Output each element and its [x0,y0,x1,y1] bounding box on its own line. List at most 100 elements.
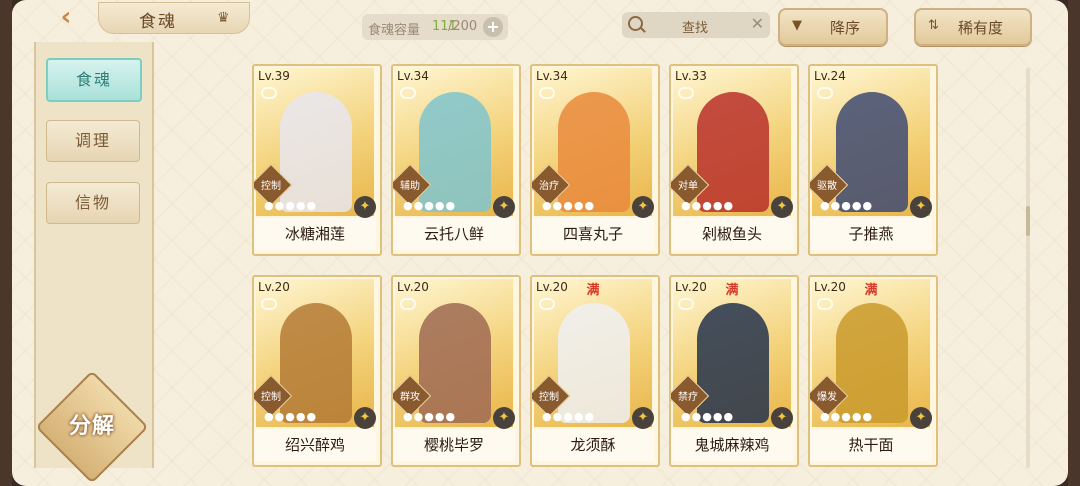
star-icon: ● [702,199,713,212]
food-soul-card[interactable]: Lv.34 治疗 ●●●●● ✦ 四喜丸子 [530,64,660,256]
food-soul-card[interactable]: Lv.20 控制 ●●●●● ✦ 绍兴醉鸡 [252,275,382,467]
bond-ring-icon [678,87,694,99]
food-soul-card[interactable]: Lv.33 对单 ●●●●● ✦ 剁椒鱼头 [669,64,799,256]
search-input[interactable]: 查找 ✕ [622,12,770,38]
star-icon: ● [573,410,585,423]
sidebar-item-label: 信物 [74,193,111,212]
star-icon: ● [424,410,435,423]
food-soul-card[interactable]: Lv.20 满爆发 ●●●●● ✦ 热干面 [808,275,938,467]
card-level: Lv.20 [397,280,429,294]
capacity-max: /200 [448,19,478,34]
decompose-label: 分解 [68,414,115,439]
bond-ring-icon [817,298,833,310]
star-icon: ● [702,410,713,423]
role-label: 禁疗 [678,392,698,403]
star-icon: ● [723,199,735,212]
food-soul-grid: Lv.39 控制 ●●●●● ✦ 冰糖湘莲 Lv.34 辅助 ●●●●● ✦ 云托八鲜 Lv.34 治… [252,64,942,468]
character-figure [558,303,630,423]
card-level: Lv.20 [814,280,846,294]
star-icon: ● [712,410,724,423]
card-level: Lv.20 [675,280,707,294]
bond-ring-icon [400,298,416,310]
character-figure [419,92,491,212]
star-icon: ● [681,199,692,212]
star-icon: ● [841,410,852,423]
chevron-left-icon: ‹ [60,2,72,32]
character-figure [280,92,352,212]
max-level-badge: 满 [586,283,600,298]
food-soul-card[interactable]: Lv.24 驱散 ●●●●● ✦ 子推燕 [808,64,938,256]
sort-order-button[interactable]: ▼ 降序 [778,8,888,46]
star-icon: ● [445,199,457,212]
sidebar-item-label: 调理 [74,131,111,150]
star-rating: ●●●●● [681,410,734,423]
food-soul-card[interactable]: Lv.20 群攻 ●●●●● ✦ 樱桃毕罗 [391,275,521,467]
card-name: 绍兴醉鸡 [254,429,376,461]
card-level: Lv.33 [675,69,707,83]
card-level: Lv.24 [814,69,846,83]
star-icon: ● [691,199,703,212]
sidebar-item-cooking[interactable]: 调理 [46,120,140,162]
star-icon: ● [542,199,553,212]
star-rating: ●●●●● [681,199,734,212]
star-icon: ● [264,410,275,423]
food-soul-card[interactable]: Lv.39 控制 ●●●●● ✦ 冰糖湘莲 [252,64,382,256]
star-rating: ●●●●● [264,199,317,212]
sidebar-item-label: 食魂 [75,70,112,89]
food-soul-card[interactable]: Lv.20 满控制 ●●●●● ✦ 龙须酥 [530,275,660,467]
star-rating: ●●●●● [403,410,456,423]
max-level-badge: 满 [864,283,878,298]
star-rating: ●●●●● [542,199,595,212]
star-icon: ● [285,199,296,212]
star-icon: ● [274,410,286,423]
role-label: 控制 [261,181,281,192]
star-icon: ● [542,410,553,423]
star-icon: ● [584,199,596,212]
star-rating: ●●●●● [820,199,873,212]
star-icon: ● [295,410,307,423]
sidebar-item-token[interactable]: 信物 [46,182,140,224]
triangle-down-icon: ▼ [792,18,802,33]
element-icon: ✦ [632,196,654,218]
star-icon: ● [712,199,724,212]
screen-left-edge [0,0,12,486]
card-name: 四喜丸子 [532,218,654,250]
food-soul-card[interactable]: Lv.34 辅助 ●●●●● ✦ 云托八鲜 [391,64,521,256]
crown-icon[interactable]: ♛ [217,10,230,26]
close-icon[interactable]: ✕ [751,14,764,33]
role-label: 爆发 [817,392,837,403]
sidebar-item-food-soul[interactable]: 食魂 [46,58,142,102]
scrollbar-thumb[interactable] [1026,206,1030,236]
star-icon: ● [403,199,414,212]
card-level: Lv.34 [397,69,429,83]
star-icon: ● [573,199,585,212]
card-name: 冰糖湘莲 [254,218,376,250]
element-icon: ✦ [632,407,654,429]
star-icon: ● [403,410,414,423]
star-icon: ● [841,199,852,212]
star-rating: ●●●●● [820,410,873,423]
character-figure [697,92,769,212]
star-icon: ● [413,410,425,423]
scrollbar[interactable] [1026,68,1030,468]
element-icon: ✦ [771,407,793,429]
star-icon: ● [306,199,318,212]
role-label: 治疗 [539,181,559,192]
sort-key-button[interactable]: ⇅ 稀有度 [914,8,1032,46]
star-icon: ● [413,199,425,212]
character-figure [419,303,491,423]
role-label: 控制 [261,392,281,403]
screen-right-edge [1068,0,1080,486]
bond-ring-icon [539,298,555,310]
food-soul-card[interactable]: Lv.20 满禁疗 ●●●●● ✦ 鬼城麻辣鸡 [669,275,799,467]
character-figure [836,92,908,212]
add-capacity-button[interactable]: + [483,17,503,37]
star-icon: ● [424,199,435,212]
back-button[interactable]: ‹ [52,4,80,32]
star-icon: ● [285,410,296,423]
card-name: 云托八鲜 [393,218,515,250]
star-rating: ●●●●● [403,199,456,212]
role-label: 辅助 [400,181,420,192]
card-name: 剁椒鱼头 [671,218,793,250]
search-icon [628,16,643,31]
